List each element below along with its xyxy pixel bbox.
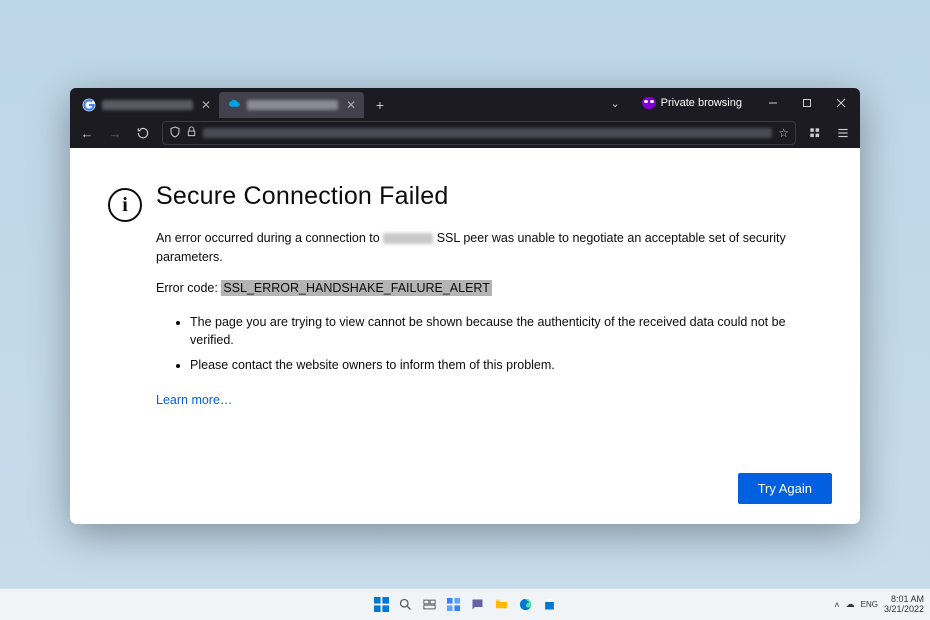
error-bullet: Please contact the website owners to inf… (190, 356, 826, 375)
window-close-button[interactable] (824, 88, 858, 118)
shield-icon[interactable] (169, 126, 181, 141)
private-browsing-indicator: Private browsing (636, 97, 748, 109)
favicon-cloud-icon (227, 98, 241, 112)
windows-taskbar[interactable]: ˄ ☁ ENG 8:01 AM 3/21/2022 (0, 588, 930, 620)
widgets-icon[interactable] (443, 595, 463, 615)
browser-titlebar: ✕ ✕ + ⌄ Private browsing (70, 88, 860, 118)
edge-icon[interactable] (515, 595, 535, 615)
browser-window: ✕ ✕ + ⌄ Private browsing (70, 88, 860, 524)
cloud-sync-icon[interactable]: ☁ (846, 599, 855, 610)
task-view-icon[interactable] (419, 595, 439, 615)
taskbar-date: 3/21/2022 (884, 605, 924, 615)
back-button[interactable]: ← (74, 120, 100, 146)
forward-button[interactable]: → (102, 120, 128, 146)
error-title: Secure Connection Failed (156, 182, 826, 211)
url-text-blur (203, 128, 772, 138)
taskbar-center (371, 595, 559, 615)
private-label: Private browsing (661, 97, 742, 109)
tabs-dropdown-icon[interactable]: ⌄ (602, 97, 627, 110)
tab-title-blur (247, 100, 338, 110)
window-minimize-button[interactable] (756, 88, 790, 118)
hostname-blur (383, 233, 433, 244)
chat-icon[interactable] (467, 595, 487, 615)
language-indicator[interactable]: ENG (861, 600, 878, 609)
reload-button[interactable] (130, 120, 156, 146)
error-code-line: Error code: SSL_ERROR_HANDSHAKE_FAILURE_… (156, 281, 826, 295)
file-explorer-icon[interactable] (491, 595, 511, 615)
error-bullets: The page you are trying to view cannot b… (156, 313, 826, 375)
tray-chevron-icon[interactable]: ˄ (834, 600, 839, 610)
browser-tab-1[interactable]: ✕ (219, 92, 364, 118)
info-icon: i (108, 188, 142, 222)
tab-close-icon[interactable]: ✕ (344, 98, 358, 112)
bookmark-star-icon[interactable]: ☆ (778, 126, 789, 140)
store-icon[interactable] (539, 595, 559, 615)
tab-strip: ✕ ✕ + (70, 88, 392, 118)
mask-icon (642, 97, 656, 109)
error-description: An error occurred during a connection to… (156, 229, 826, 267)
start-button[interactable] (371, 595, 391, 615)
learn-more-link[interactable]: Learn more… (156, 393, 232, 407)
page-content: i Secure Connection Failed An error occu… (70, 148, 860, 524)
tab-close-icon[interactable]: ✕ (199, 98, 213, 112)
tab-title-blur (102, 100, 193, 110)
hamburger-menu-icon[interactable] (830, 120, 856, 146)
new-tab-button[interactable]: + (368, 93, 392, 117)
error-container: i Secure Connection Failed An error occu… (70, 148, 860, 429)
try-again-button[interactable]: Try Again (738, 473, 832, 504)
extensions-icon[interactable] (802, 120, 828, 146)
search-icon[interactable] (395, 595, 415, 615)
error-code-value: SSL_ERROR_HANDSHAKE_FAILURE_ALERT (221, 280, 492, 296)
taskbar-clock[interactable]: 8:01 AM 3/21/2022 (884, 595, 924, 615)
browser-tab-0[interactable]: ✕ (74, 92, 219, 118)
browser-toolbar: ← → ☆ (70, 118, 860, 148)
url-bar[interactable]: ☆ (162, 121, 796, 145)
error-bullet: The page you are trying to view cannot b… (190, 313, 826, 351)
favicon-google-icon (82, 98, 96, 112)
lock-icon[interactable] (186, 126, 197, 140)
window-maximize-button[interactable] (790, 88, 824, 118)
system-tray[interactable]: ˄ ☁ ENG 8:01 AM 3/21/2022 (834, 595, 924, 615)
